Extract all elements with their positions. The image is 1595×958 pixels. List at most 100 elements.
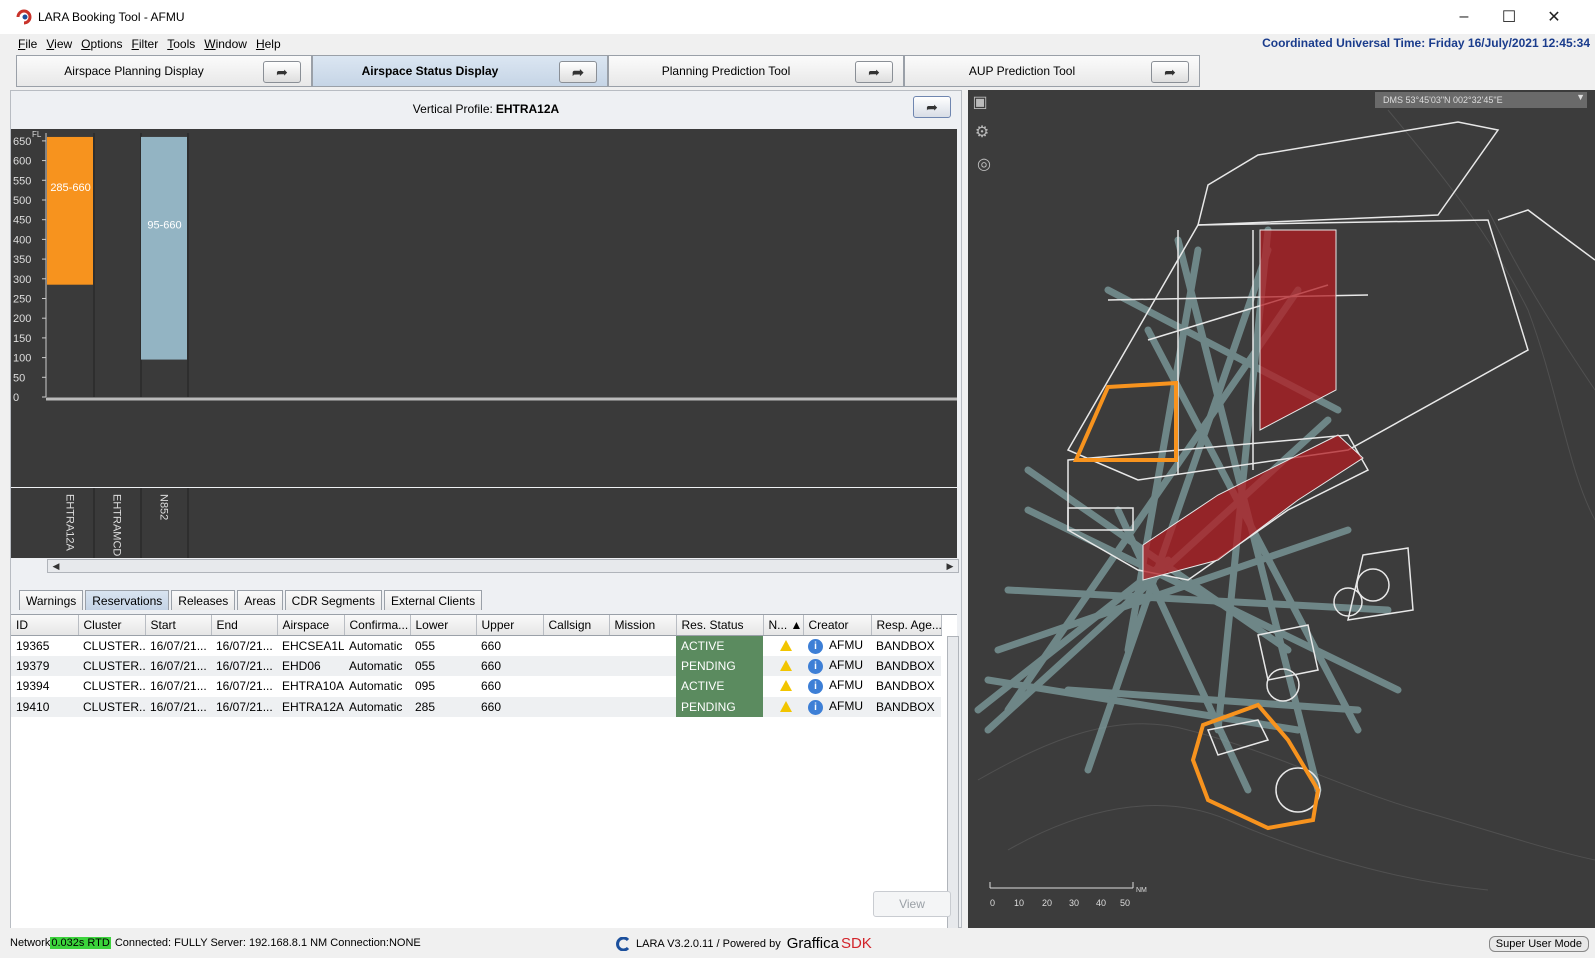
lara-logo-icon <box>16 9 32 25</box>
menu-file[interactable]: File <box>18 37 37 51</box>
tab-airspace-status-display[interactable]: Airspace Status Display ➦ <box>312 55 608 87</box>
col-header-creator[interactable]: Creator <box>803 615 872 636</box>
scroll-right-icon[interactable]: ▶ <box>944 560 956 572</box>
undock-arrow-icon[interactable]: ➦ <box>1151 61 1189 83</box>
info-icon[interactable]: i <box>808 699 823 715</box>
subtab-cdr-segments[interactable]: CDR Segments <box>284 590 383 610</box>
col-header-mission[interactable]: Mission <box>609 615 677 636</box>
subtab-external-clients[interactable]: External Clients <box>384 590 483 610</box>
table-cell <box>543 635 609 656</box>
info-icon[interactable]: i <box>808 679 823 695</box>
close-button[interactable]: ✕ <box>1531 0 1577 34</box>
super-user-mode-badge[interactable]: Super User Mode <box>1488 936 1589 952</box>
info-icon[interactable]: i <box>808 658 823 674</box>
table-cell: EHD06 <box>277 655 344 676</box>
table-row[interactable]: 19394 CLUSTER... 16/07/21... 16/07/21... EHT… <box>11 676 941 697</box>
y-tick-label: 300 <box>13 274 31 286</box>
col-header-callsign[interactable]: Callsign <box>543 615 610 636</box>
tab-label: Planning Prediction Tool <box>661 64 791 78</box>
table-cell: 660 <box>476 696 543 717</box>
warning-icon <box>780 639 792 651</box>
table-row[interactable]: 19365 CLUSTER... 16/07/21... 16/07/21... EHC… <box>11 635 941 656</box>
table-cell: Automatic <box>344 676 410 697</box>
bar-label: 95-660 <box>147 219 181 231</box>
undock-arrow-icon[interactable]: ➦ <box>855 61 893 83</box>
col-header-notification[interactable]: N... ▲ <box>763 615 804 636</box>
info-icon[interactable]: i <box>808 638 823 654</box>
table-cell: 16/07/21... <box>211 676 277 697</box>
status-badge: ACTIVE <box>676 635 763 656</box>
table-cell: 660 <box>476 655 543 676</box>
menu-filter[interactable]: Filter <box>132 37 159 51</box>
tab-airspace-planning-display[interactable]: Airspace Planning Display ➦ <box>16 55 312 87</box>
maximize-button[interactable]: ☐ <box>1486 0 1532 34</box>
scale-tick-label: 50 <box>1120 898 1130 908</box>
sdk-text: SDK <box>840 935 872 952</box>
vertical-profile-undock-button[interactable]: ➦ <box>913 96 951 118</box>
window-title: LARA Booking Tool - AFMU <box>38 10 185 24</box>
chart-horizontal-scrollbar[interactable]: ◀ ▶ <box>47 559 959 573</box>
table-header-row: ID Cluster Start End Airspace Confirma..… <box>11 615 942 636</box>
y-tick-label: 0 <box>13 392 19 404</box>
category-strip: EHTRA12A EHTRAMCD N852 <box>11 488 957 558</box>
airspace-map[interactable]: 0 10 20 30 40 50 NM ▣ ⚙ ◎ DMS 53°45'03"N… <box>968 90 1595 928</box>
airspace-sector-boundary <box>1497 209 1595 261</box>
table-cell: 19410 <box>11 696 78 717</box>
tab-label: Airspace Planning Display <box>64 64 204 78</box>
tab-planning-prediction-tool[interactable]: Planning Prediction Tool ➦ <box>608 55 904 87</box>
col-header-resp-agency[interactable]: Resp. Age... <box>871 615 942 636</box>
table-row[interactable]: 19410 CLUSTER... 16/07/21... 16/07/21... EHT… <box>11 696 941 717</box>
connection-info: Connected: FULLY Server: 192.168.8.1 NM … <box>114 937 421 949</box>
table-cell: CLUSTER... <box>78 696 145 717</box>
undock-arrow-icon[interactable]: ➦ <box>559 61 597 83</box>
table-cell: 055 <box>410 635 476 656</box>
view-button[interactable]: View <box>873 891 951 917</box>
subtab-warnings[interactable]: Warnings <box>19 590 84 610</box>
table-row[interactable]: 19379 CLUSTER... 16/07/21... 16/07/21... EHD… <box>11 655 941 676</box>
layers-icon[interactable]: ◎ <box>972 152 996 176</box>
col-header-cluster[interactable]: Cluster <box>78 615 146 636</box>
subtab-releases[interactable]: Releases <box>171 590 236 610</box>
col-header-res-status[interactable]: Res. Status <box>676 615 764 636</box>
table-cell: 16/07/21... <box>145 676 211 697</box>
col-header-confirmation[interactable]: Confirma... <box>344 615 411 636</box>
y-tick-label: 150 <box>13 333 31 345</box>
table-cell: i AFMU <box>803 635 871 656</box>
y-tick-label: 550 <box>13 175 31 187</box>
col-header-start[interactable]: Start <box>145 615 212 636</box>
table-cell: Automatic <box>344 635 410 656</box>
gear-icon[interactable]: ⚙ <box>970 120 994 144</box>
print-icon[interactable]: ▣ <box>968 90 992 114</box>
menu-help[interactable]: Help <box>256 37 281 51</box>
scroll-left-icon[interactable]: ◀ <box>50 560 62 572</box>
col-header-end[interactable]: End <box>211 615 278 636</box>
table-cell <box>543 655 609 676</box>
col-header-id[interactable]: ID <box>11 615 79 636</box>
menu-tools[interactable]: Tools <box>167 37 195 51</box>
category-label: EHTRA12A <box>64 494 76 552</box>
creator-text: AFMU <box>829 657 863 672</box>
table-cell <box>609 635 676 656</box>
menu-window[interactable]: Window <box>204 37 247 51</box>
subtab-areas[interactable]: Areas <box>237 590 283 610</box>
y-tick-label: 250 <box>13 293 31 305</box>
y-tick-label: 500 <box>13 195 31 207</box>
version-info: LARA V3.2.0.11 / Powered by Graffica SDK <box>616 935 872 952</box>
col-header-upper[interactable]: Upper <box>476 615 544 636</box>
minimize-button[interactable]: – <box>1441 0 1487 34</box>
subtab-reservations[interactable]: Reservations <box>85 590 170 610</box>
undock-arrow-icon[interactable]: ➦ <box>263 61 301 83</box>
table-cell: BANDBOX <box>871 655 941 676</box>
menu-view[interactable]: View <box>46 37 72 51</box>
table-cell: i AFMU <box>803 655 871 676</box>
table-cell: 095 <box>410 676 476 697</box>
tab-aup-prediction-tool[interactable]: AUP Prediction Tool ➦ <box>904 55 1200 87</box>
category-label: EHTRAMCD <box>111 494 123 556</box>
scale-tick-label: 10 <box>1014 898 1024 908</box>
chevron-down-icon[interactable]: ▼ <box>1576 92 1585 102</box>
col-header-airspace[interactable]: Airspace <box>277 615 345 636</box>
col-header-lower[interactable]: Lower <box>410 615 477 636</box>
menu-options[interactable]: Options <box>81 37 122 51</box>
table-cell: BANDBOX <box>871 635 941 656</box>
reservations-table: ID Cluster Start End Airspace Confirma..… <box>11 614 957 958</box>
